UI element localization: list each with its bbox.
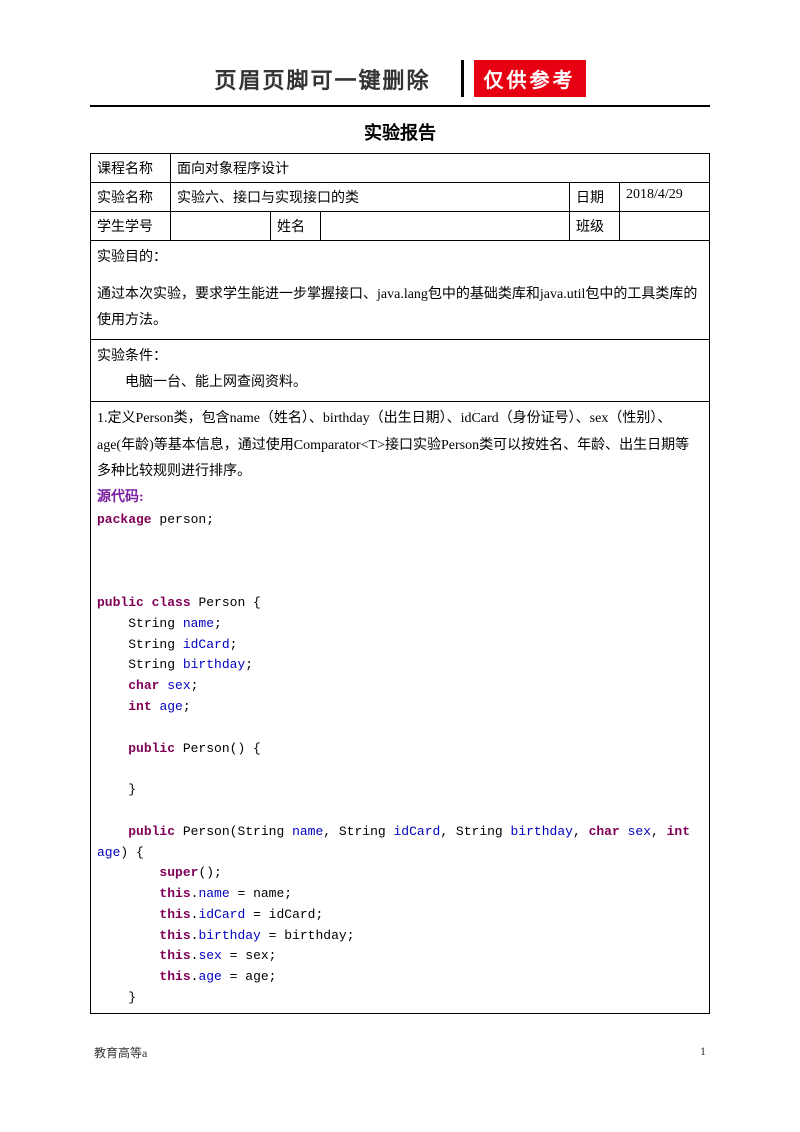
class-label: 班级 bbox=[570, 212, 620, 241]
header-title: 页眉页脚可一键删除 bbox=[214, 63, 430, 95]
row-task: 1.定义Person类，包含name（姓名）、birthday（出生日期）、id… bbox=[91, 401, 710, 1013]
header-divider bbox=[90, 105, 710, 107]
stamp-wrapper: 仅供参考 bbox=[461, 60, 586, 97]
purpose-label: 实验目的： bbox=[97, 245, 703, 272]
row-experiment: 实验名称 实验六、接口与实现接口的类 日期 2018/4/29 bbox=[91, 183, 710, 212]
source-code: package person; public class Person { St… bbox=[97, 510, 703, 1009]
sid-label: 学生学号 bbox=[91, 212, 171, 241]
footer-left: 教育高等a bbox=[94, 1044, 147, 1061]
sid-value bbox=[171, 212, 271, 241]
course-label: 课程名称 bbox=[91, 154, 171, 183]
row-condition: 实验条件： 电脑一台、能上网查阅资料。 bbox=[91, 339, 710, 401]
purpose-text: 通过本次实验，要求学生能进一步掌握接口、java.lang包中的基础类库和jav… bbox=[97, 282, 703, 335]
report-title: 实验报告 bbox=[90, 119, 710, 145]
row-course: 课程名称 面向对象程序设计 bbox=[91, 154, 710, 183]
row-purpose: 实验目的： 通过本次实验，要求学生能进一步掌握接口、java.lang包中的基础… bbox=[91, 241, 710, 340]
report-table: 课程名称 面向对象程序设计 实验名称 实验六、接口与实现接口的类 日期 2018… bbox=[90, 153, 710, 1014]
exp-label: 实验名称 bbox=[91, 183, 171, 212]
row-student: 学生学号 姓名 班级 bbox=[91, 212, 710, 241]
task-text: 1.定义Person类，包含name（姓名）、birthday（出生日期）、id… bbox=[97, 406, 703, 486]
exp-value: 实验六、接口与实现接口的类 bbox=[171, 183, 570, 212]
footer-page-number: 1 bbox=[700, 1044, 706, 1061]
page-header: 页眉页脚可一键删除 仅供参考 bbox=[90, 60, 710, 97]
class-value bbox=[620, 212, 710, 241]
name-label: 姓名 bbox=[271, 212, 321, 241]
condition-text: 电脑一台、能上网查阅资料。 bbox=[97, 370, 703, 397]
name-value bbox=[321, 212, 570, 241]
source-label: 源代码: bbox=[97, 486, 703, 506]
date-label: 日期 bbox=[570, 183, 620, 212]
date-value: 2018/4/29 bbox=[620, 183, 710, 212]
reference-stamp: 仅供参考 bbox=[474, 60, 586, 97]
condition-label: 实验条件： bbox=[97, 344, 703, 371]
page-footer: 教育高等a 1 bbox=[90, 1044, 710, 1061]
course-value: 面向对象程序设计 bbox=[171, 154, 710, 183]
